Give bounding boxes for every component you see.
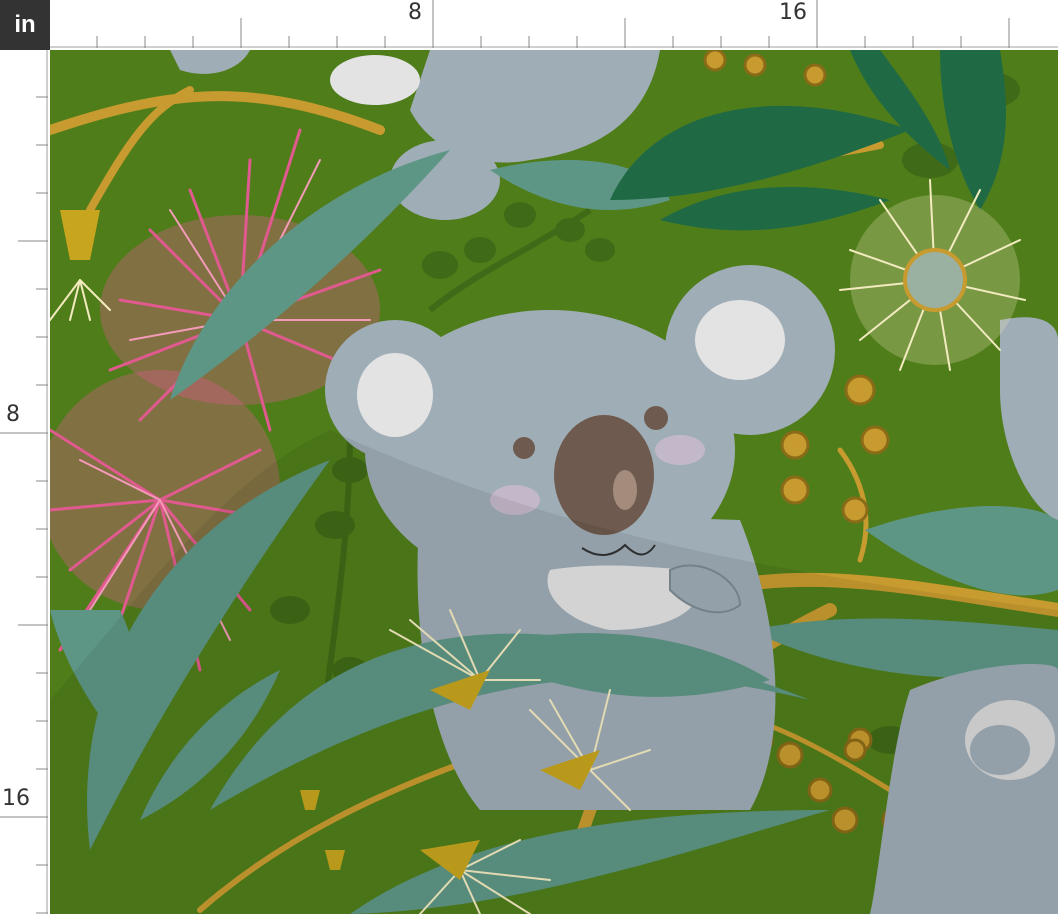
top-ruler-ticks [96,0,1010,48]
top-ruler-label-8: 8 [408,0,422,25]
top-ruler-label-16: 16 [779,0,807,25]
left-ruler-label-8: 8 [6,402,20,427]
left-ruler-ticks [0,96,48,914]
koala-eucalyptus-pattern [50,50,1058,914]
pattern-canvas [50,50,1058,914]
left-ruler: 8 16 [0,50,48,914]
top-ruler: 8 16 [50,0,1058,48]
unit-label: in [0,0,50,50]
left-ruler-label-16: 16 [2,786,30,811]
